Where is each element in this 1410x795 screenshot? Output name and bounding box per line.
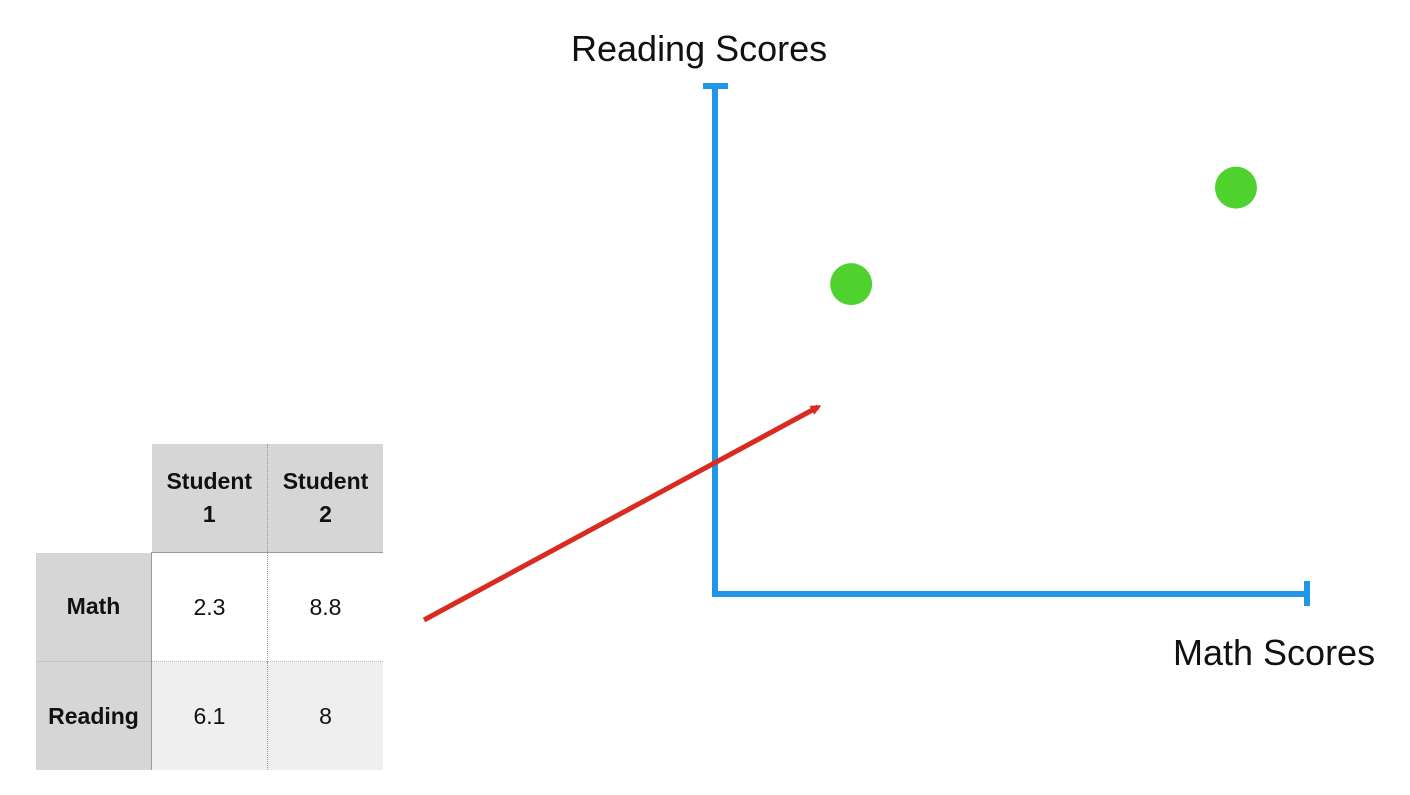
x-axis-title: Math Scores [1173, 632, 1376, 673]
table-row-reading: Reading 6.1 8 [36, 661, 383, 770]
table-cell: 2.3 [151, 552, 268, 662]
column-header-number: 1 [202, 501, 216, 527]
column-header-student-1: Student 1 [151, 444, 268, 553]
table-row-math: Math 2.3 8.8 [36, 552, 383, 662]
table-cell: 8.8 [267, 552, 383, 662]
column-header-label: Student [166, 468, 253, 494]
table-cell: 8 [267, 661, 383, 770]
row-header-reading: Reading [36, 661, 152, 770]
data-point-student-2 [1214, 166, 1257, 209]
data-point-student-1 [830, 263, 873, 306]
axes [703, 83, 1310, 606]
row-header-math: Math [36, 552, 152, 662]
scores-table: Student 1 Student 2 Math 2.3 8.8 Reading 6… [36, 444, 383, 770]
column-header-label: Student [282, 468, 369, 494]
column-header-number: 2 [319, 501, 332, 527]
table-corner-cell [36, 444, 152, 553]
mapping-arrow [422, 404, 818, 623]
table-cell: 6.1 [151, 661, 268, 770]
data-points [830, 166, 1257, 306]
y-axis-title: Reading Scores [571, 28, 828, 69]
column-header-student-2: Student 2 [267, 444, 383, 553]
table-header-row: Student 1 Student 2 [36, 444, 383, 553]
